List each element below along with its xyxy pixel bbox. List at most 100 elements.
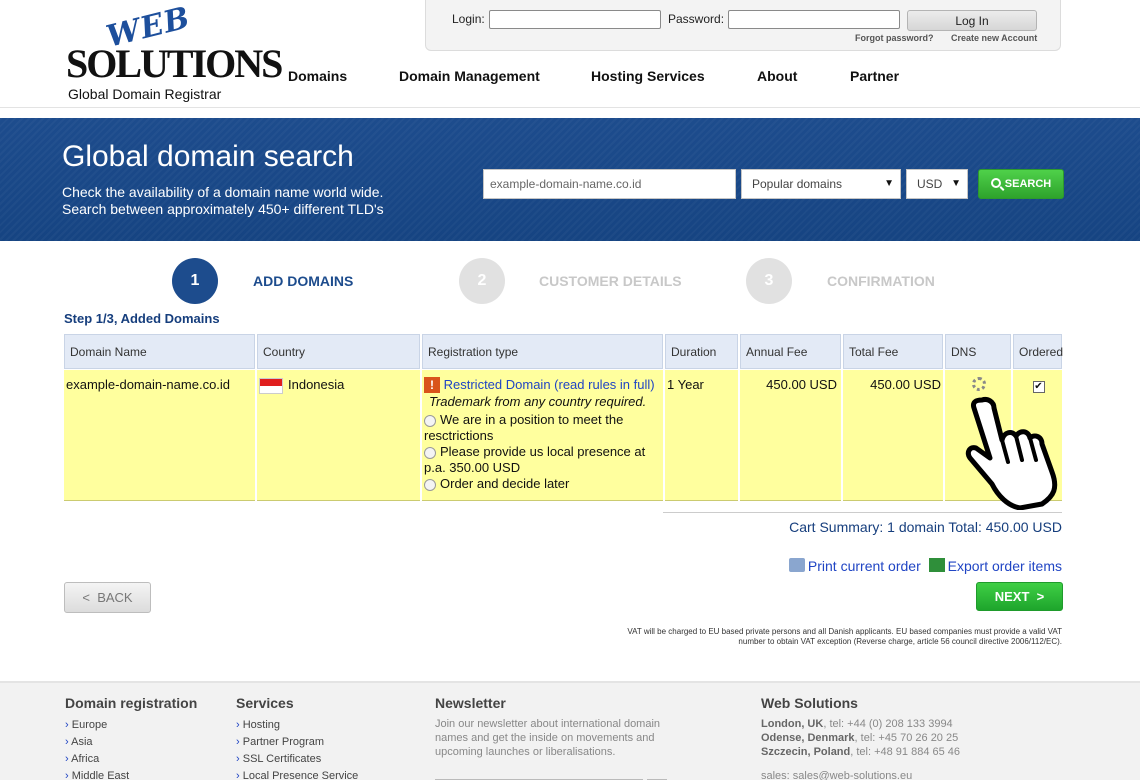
search-button[interactable]: SEARCH — [978, 169, 1064, 199]
step-2-label: CUSTOMER DETAILS — [539, 273, 682, 289]
radio-button[interactable] — [424, 478, 436, 491]
login-panel: Login: Password: Log In Forgot password?… — [425, 0, 1061, 51]
tld-select[interactable]: Popular domains ▼ — [741, 169, 901, 199]
cell-total-fee: 450.00 USD — [870, 377, 941, 392]
radio-button[interactable] — [424, 414, 436, 427]
back-button-label: BACK — [97, 590, 133, 605]
restricted-domain-link[interactable]: Restricted Domain (read rules in full) — [444, 377, 655, 392]
chevron-down-icon: ▼ — [884, 178, 894, 189]
footer-link-middle-east[interactable]: Middle East — [65, 768, 197, 780]
contact-tel: , tel: +44 (0) 208 133 3994 — [823, 718, 953, 730]
cell-domain: example-domain-name.co.id — [66, 377, 231, 392]
export-order-link[interactable]: Export order items — [948, 558, 1062, 574]
contact-city: Szczecin, Poland — [761, 746, 851, 758]
step-title: Step 1/3, Added Domains — [64, 311, 220, 326]
step-3-circle: 3 — [746, 258, 792, 304]
footer-link-europe[interactable]: Europe — [65, 717, 197, 734]
footer-domain-registration: Domain registration Europe Asia Africa M… — [65, 695, 197, 780]
excel-icon — [928, 558, 945, 572]
domain-search-input[interactable]: example-domain-name.co.id — [483, 169, 736, 199]
chevron-left-icon: < — [82, 590, 98, 605]
nav-domain-management[interactable]: Domain Management — [399, 68, 540, 84]
nav-about[interactable]: About — [757, 68, 797, 84]
next-button-label: NEXT — [994, 589, 1030, 604]
create-account-link[interactable]: Create new Account — [951, 33, 1037, 43]
step-1-circle: 1 — [172, 258, 218, 304]
search-icon — [990, 178, 1001, 188]
col-annual-fee: Annual Fee — [740, 334, 841, 369]
step-1-label: ADD DOMAINS — [253, 273, 354, 289]
footer-contact: Web Solutions London, UK, tel: +44 (0) 2… — [761, 695, 960, 780]
banner-title: Global domain search — [62, 140, 354, 173]
banner-subtitle: Check the availability of a domain name … — [62, 184, 384, 218]
chevron-right-icon: > — [1029, 589, 1045, 604]
vat-notice: VAT will be charged to EU based private … — [542, 627, 1062, 647]
gear-icon[interactable] — [972, 377, 986, 391]
footer-link-africa[interactable]: Africa — [65, 751, 197, 768]
summary-divider — [663, 512, 1062, 513]
password-input[interactable] — [728, 10, 900, 29]
vat-line-1: VAT will be charged to EU based private … — [627, 627, 1062, 636]
logo-tagline: Global Domain Registrar — [68, 86, 222, 102]
cell-country: Indonesia — [257, 370, 420, 500]
footer-link-partner-program[interactable]: Partner Program — [236, 734, 358, 751]
registration-note: Trademark from any country required. — [429, 394, 647, 409]
footer-heading: Newsletter — [435, 695, 506, 711]
nav-hosting-services[interactable]: Hosting Services — [591, 68, 705, 84]
footer-services: Services Hosting Partner Program SSL Cer… — [236, 695, 358, 780]
contact-london: London, UK, tel: +44 (0) 208 133 3994 — [761, 717, 960, 731]
radio-button[interactable] — [424, 446, 436, 459]
banner-subtitle-line2: Search between approximately 450+ differ… — [62, 201, 384, 217]
print-order-link[interactable]: Print current order — [808, 558, 921, 574]
site-header: WEB SOLUTIONS Global Domain Registrar Lo… — [0, 0, 1140, 108]
footer-heading: Services — [236, 695, 294, 711]
step-2-circle: 2 — [459, 258, 505, 304]
site-logo[interactable]: WEB SOLUTIONS Global Domain Registrar — [66, 0, 283, 102]
site-footer: Domain registration Europe Asia Africa M… — [0, 681, 1140, 780]
login-button[interactable]: Log In — [907, 10, 1037, 31]
nav-domains[interactable]: Domains — [288, 68, 347, 84]
cell-registration-type: ! Restricted Domain (read rules in full)… — [422, 370, 663, 500]
option-label: We are in a position to meet the resctri… — [424, 412, 624, 443]
nav-partner[interactable]: Partner — [850, 68, 899, 84]
col-duration: Duration — [665, 334, 738, 369]
col-country: Country — [257, 334, 420, 369]
footer-heading: Domain registration — [65, 695, 198, 711]
contact-city: Odense, Denmark — [761, 732, 855, 744]
search-button-label: SEARCH — [1004, 178, 1052, 190]
currency-select-value: USD — [917, 177, 943, 191]
indonesia-flag-icon — [259, 377, 283, 394]
cell-annual-fee: 450.00 USD — [766, 377, 837, 392]
footer-link-asia[interactable]: Asia — [65, 734, 197, 751]
option-label: Please provide us local presence at p.a.… — [424, 444, 646, 475]
contact-tel: , tel: +45 70 26 20 25 — [854, 732, 959, 744]
footer-link-local-presence[interactable]: Local Presence Service — [236, 768, 359, 780]
search-banner: Global domain search Check the availabil… — [0, 118, 1140, 241]
footer-link-hosting[interactable]: Hosting — [236, 717, 358, 734]
chevron-down-icon: ▼ — [951, 178, 961, 189]
option-decide-later[interactable]: Order and decide later — [424, 476, 663, 492]
logo-solutions-text: SOLUTIONS — [66, 41, 283, 86]
country-name: Indonesia — [288, 377, 345, 392]
newsletter-text: Join our newsletter about international … — [435, 718, 661, 758]
step-3-label: CONFIRMATION — [827, 273, 935, 289]
password-label: Password: — [668, 12, 725, 26]
login-label: Login: — [452, 12, 485, 26]
banner-subtitle-line1: Check the availability of a domain name … — [62, 184, 384, 200]
contact-szczecin: Szczecin, Poland, tel: +48 91 884 65 46 — [761, 745, 960, 759]
order-actions: Print current order Export order items — [788, 558, 1062, 574]
next-button[interactable]: NEXT > — [976, 582, 1063, 611]
currency-select[interactable]: USD ▼ — [906, 169, 968, 199]
back-button[interactable]: < BACK — [64, 582, 151, 613]
option-meet-restrictions[interactable]: We are in a position to meet the resctri… — [424, 412, 663, 444]
contact-sales[interactable]: sales: sales@web-solutions.eu — [761, 769, 960, 780]
footer-link-ssl[interactable]: SSL Certificates — [236, 751, 358, 768]
option-local-presence[interactable]: Please provide us local presence at p.a.… — [424, 444, 663, 476]
tld-select-value: Popular domains — [752, 177, 843, 191]
forgot-password-link[interactable]: Forgot password? — [855, 33, 934, 43]
col-dns: DNS — [945, 334, 1011, 369]
contact-odense: Odense, Denmark, tel: +45 70 26 20 25 — [761, 731, 960, 745]
cart-summary: Cart Summary: 1 domain Total: 450.00 USD — [789, 519, 1062, 535]
vat-line-2: number to obtain VAT exception (Reverse … — [738, 637, 1062, 646]
login-input[interactable] — [489, 10, 661, 29]
